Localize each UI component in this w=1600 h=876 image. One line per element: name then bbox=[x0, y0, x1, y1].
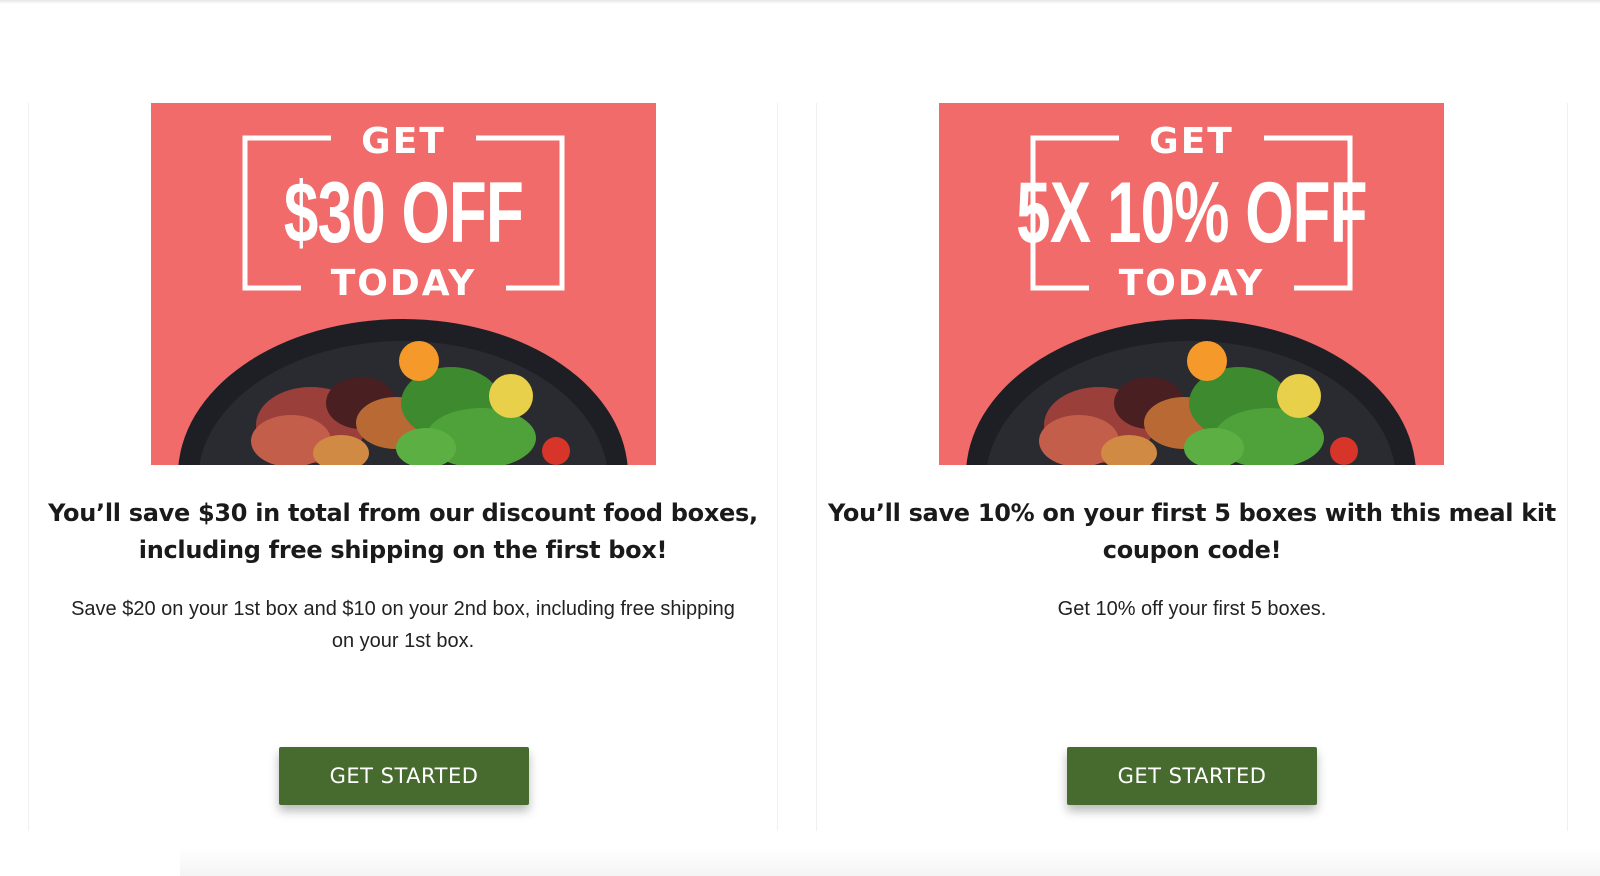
offer-headline: You’ll save $30 in total from our discou… bbox=[48, 499, 758, 564]
food-bowl-image bbox=[966, 319, 1416, 465]
offer-card-30-off: GET $30 OFF TODAY You’ll save $30 in tot… bbox=[28, 103, 778, 831]
offer-description: Save $20 on your 1st box and $10 on your… bbox=[71, 598, 735, 652]
bottom-shadow bbox=[180, 848, 1600, 876]
get-started-button[interactable]: GET STARTED bbox=[1067, 747, 1317, 805]
food-bowl-image bbox=[178, 319, 628, 465]
offer-card-10-percent-off: GET 5X 10% OFF TODAY You’ll save 10% on … bbox=[816, 103, 1568, 831]
get-started-button[interactable]: GET STARTED bbox=[279, 747, 529, 805]
offer-description: Get 10% off your first 5 boxes. bbox=[1057, 598, 1327, 620]
offer-banner-image[interactable]: GET $30 OFF TODAY bbox=[151, 103, 656, 465]
top-shadow bbox=[0, 0, 1600, 4]
offer-banner-image[interactable]: GET 5X 10% OFF TODAY bbox=[939, 103, 1444, 465]
offer-headline: You’ll save 10% on your first 5 boxes wi… bbox=[828, 499, 1556, 564]
